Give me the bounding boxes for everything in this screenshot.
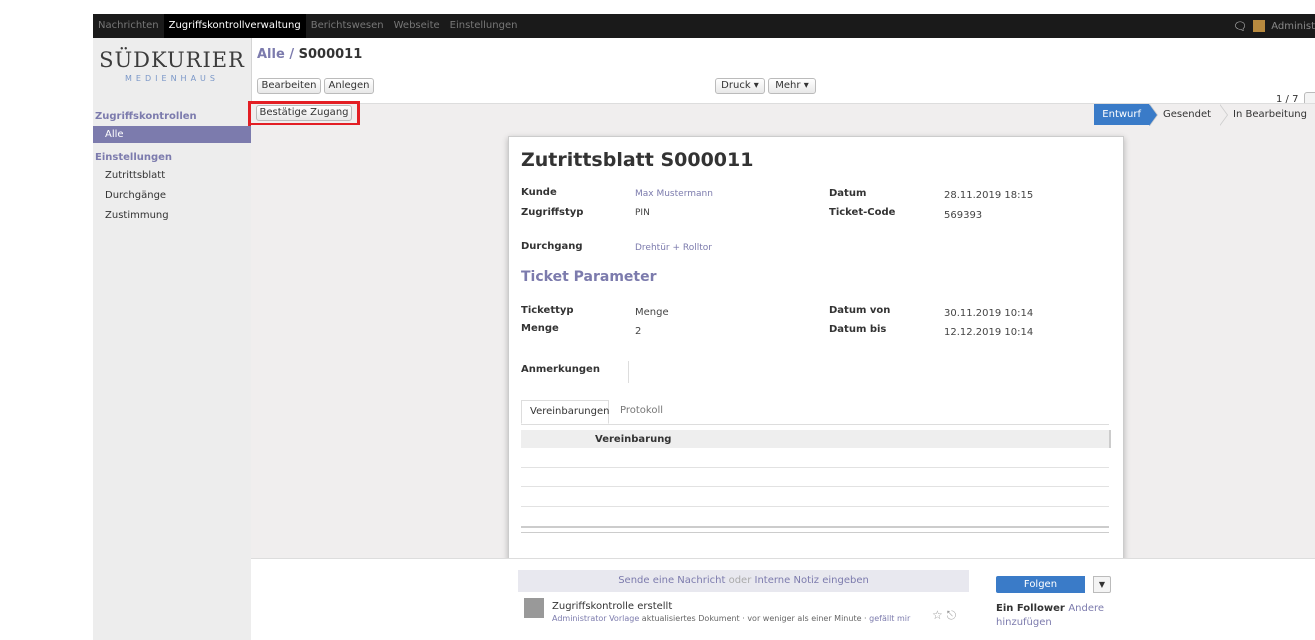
form-statusbar: Entwurf Gesendet In Bearbeitung xyxy=(251,103,1315,127)
followers-info: Ein Follower Andere hinzufügen xyxy=(996,602,1126,630)
table-footer xyxy=(521,526,1109,528)
follow-dropdown-button[interactable]: ▼ xyxy=(1093,576,1111,593)
inbox-icon[interactable]: ⎋ xyxy=(947,608,957,622)
breadcrumb-current: S000011 xyxy=(298,47,363,62)
sidebar-item-alle[interactable]: Alle xyxy=(93,126,251,143)
ticket-parameter-heading: Ticket Parameter xyxy=(521,269,657,285)
sidebar-item-zutrittsblatt[interactable]: Zutrittsblatt xyxy=(93,167,251,184)
main-menu: Nachrichten Zugriffskontrollverwaltung B… xyxy=(93,14,522,38)
internal-note-link[interactable]: Interne Notiz eingeben xyxy=(755,575,869,586)
table-row[interactable] xyxy=(521,506,1109,507)
logo-line1: SÜDKURIER xyxy=(99,48,245,72)
datum-von-value[interactable]: 30.11.2019 10:14 xyxy=(944,308,1033,319)
star-icon[interactable]: ☆ xyxy=(932,608,943,622)
send-message-link[interactable]: Sende eine Nachricht xyxy=(618,575,725,586)
zugriffstyp-value[interactable]: PIN xyxy=(635,208,650,218)
highlight-box xyxy=(248,101,360,126)
menu-webseite[interactable]: Webseite xyxy=(389,14,445,38)
chat-icon[interactable]: 🗨 xyxy=(1233,20,1247,33)
top-menu-bar: Nachrichten Zugriffskontrollverwaltung B… xyxy=(93,14,1315,38)
followers-count: Ein Follower xyxy=(996,603,1065,614)
tab-vereinbarungen[interactable]: Vereinbarungen xyxy=(521,400,609,424)
tab-protokoll[interactable]: Protokoll xyxy=(612,400,671,424)
like-link[interactable]: gefällt mir xyxy=(869,614,910,623)
state-gesendet[interactable]: Gesendet xyxy=(1149,104,1229,126)
sidebar-item-zustimmung[interactable]: Zustimmung xyxy=(93,207,251,224)
state-in-bearbeitung[interactable]: In Bearbeitung xyxy=(1219,104,1315,126)
anmerkungen-label: Anmerkungen xyxy=(521,364,600,375)
table-row[interactable] xyxy=(521,467,1109,468)
kunde-value[interactable]: Max Mustermann xyxy=(635,189,713,199)
sidebar: SÜDKURIER MEDIENHAUS Zugriffskontrollen … xyxy=(93,38,252,640)
message-text: aktualisiertes Dokument · vor weniger al… xyxy=(641,614,867,623)
table-row[interactable] xyxy=(521,486,1109,487)
anmerkungen-field[interactable] xyxy=(628,361,629,383)
menu-nachrichten[interactable]: Nachrichten xyxy=(93,14,164,38)
sidebar-section-einstellungen: Einstellungen xyxy=(95,152,173,163)
composer-or: oder xyxy=(728,575,752,586)
sidebar-item-durchgaenge[interactable]: Durchgänge xyxy=(93,187,251,204)
zugriffstyp-label: Zugriffstyp xyxy=(521,207,584,218)
app-frame: Nachrichten Zugriffskontrollverwaltung B… xyxy=(93,14,1315,640)
datum-bis-label: Datum bis xyxy=(829,324,887,335)
sidebar-section-zugriffskontrollen: Zugriffskontrollen xyxy=(95,111,197,122)
durchgang-label: Durchgang xyxy=(521,241,583,252)
column-vereinbarung[interactable]: Vereinbarung xyxy=(595,434,671,445)
notebook-tabs: Vereinbarungen Protokoll xyxy=(521,400,1109,425)
tickettyp-value[interactable]: Menge xyxy=(635,307,669,318)
form-sheet: Zutrittsblatt S000011 Kunde Max Musterma… xyxy=(508,136,1124,561)
menge-value[interactable]: 2 xyxy=(635,326,641,337)
breadcrumb-parent[interactable]: Alle xyxy=(257,47,285,62)
table-header: Vereinbarung xyxy=(521,430,1111,448)
breadcrumb: Alle / S000011 xyxy=(257,47,362,62)
user-name[interactable]: Administ xyxy=(1271,21,1315,32)
ticket-code-label: Ticket-Code xyxy=(829,207,896,218)
tickettyp-label: Tickettyp xyxy=(521,305,574,316)
table-footer-line xyxy=(521,532,1109,533)
menu-zugriffskontrollverwaltung[interactable]: Zugriffskontrollverwaltung xyxy=(163,14,306,38)
create-button[interactable]: Anlegen xyxy=(324,78,374,94)
durchgang-value[interactable]: Drehtür + Rolltor xyxy=(635,243,712,253)
datum-label: Datum xyxy=(829,188,867,199)
follow-button[interactable]: Folgen xyxy=(996,576,1085,593)
ticket-code-value[interactable]: 569393 xyxy=(944,210,982,221)
menu-einstellungen[interactable]: Einstellungen xyxy=(445,14,523,38)
message-avatar xyxy=(524,598,544,618)
message-composer: Sende eine Nachricht oder Interne Notiz … xyxy=(518,570,969,592)
datum-von-label: Datum von xyxy=(829,305,891,316)
kunde-label: Kunde xyxy=(521,187,557,198)
user-area: 🗨 Administ xyxy=(1233,14,1315,38)
more-button[interactable]: Mehr ▾ xyxy=(768,78,816,94)
print-button[interactable]: Druck ▾ xyxy=(715,78,765,94)
state-pipeline: Entwurf Gesendet In Bearbeitung xyxy=(1094,104,1315,126)
company-logo: SÜDKURIER MEDIENHAUS xyxy=(93,48,251,83)
message-meta: Administrator Vorlage aktualisiertes Dok… xyxy=(552,614,910,623)
form-title: Zutrittsblatt S000011 xyxy=(521,149,754,171)
menge-label: Menge xyxy=(521,323,559,334)
menu-berichtswesen[interactable]: Berichtswesen xyxy=(306,14,389,38)
datum-value[interactable]: 28.11.2019 18:15 xyxy=(944,190,1033,201)
breadcrumb-separator: / xyxy=(289,47,295,62)
user-avatar[interactable] xyxy=(1253,20,1266,32)
message-title: Zugriffskontrolle erstellt xyxy=(552,601,673,612)
message-author[interactable]: Administrator Vorlage xyxy=(552,614,639,623)
datum-bis-value[interactable]: 12.12.2019 10:14 xyxy=(944,327,1033,338)
message-actions: ☆ ⎋ xyxy=(932,608,956,623)
state-entwurf[interactable]: Entwurf xyxy=(1094,104,1158,126)
edit-button[interactable]: Bearbeiten xyxy=(257,78,321,94)
logo-line2: MEDIENHAUS xyxy=(125,74,219,83)
